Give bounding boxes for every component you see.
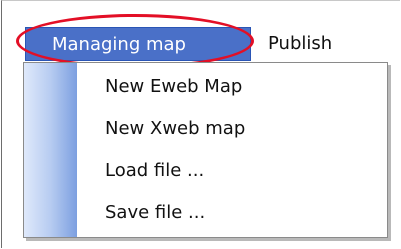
menu-item-save-file[interactable]: Save file ... bbox=[77, 191, 388, 234]
menu-item-new-eweb-map[interactable]: New Eweb Map bbox=[77, 65, 388, 108]
dropdown-gradient-strip bbox=[24, 63, 77, 237]
menu-bar: Managing map Publish bbox=[10, 27, 386, 63]
menu-managing-map[interactable]: Managing map bbox=[25, 27, 251, 61]
managing-map-dropdown: New Eweb Map New Xweb map Load file ... … bbox=[23, 62, 388, 238]
menu-item-new-xweb-map[interactable]: New Xweb map bbox=[77, 107, 388, 150]
menu-item-load-file[interactable]: Load file ... bbox=[77, 149, 388, 192]
menu-managing-map-label: Managing map bbox=[52, 34, 186, 55]
menu-publish[interactable]: Publish bbox=[268, 27, 368, 61]
